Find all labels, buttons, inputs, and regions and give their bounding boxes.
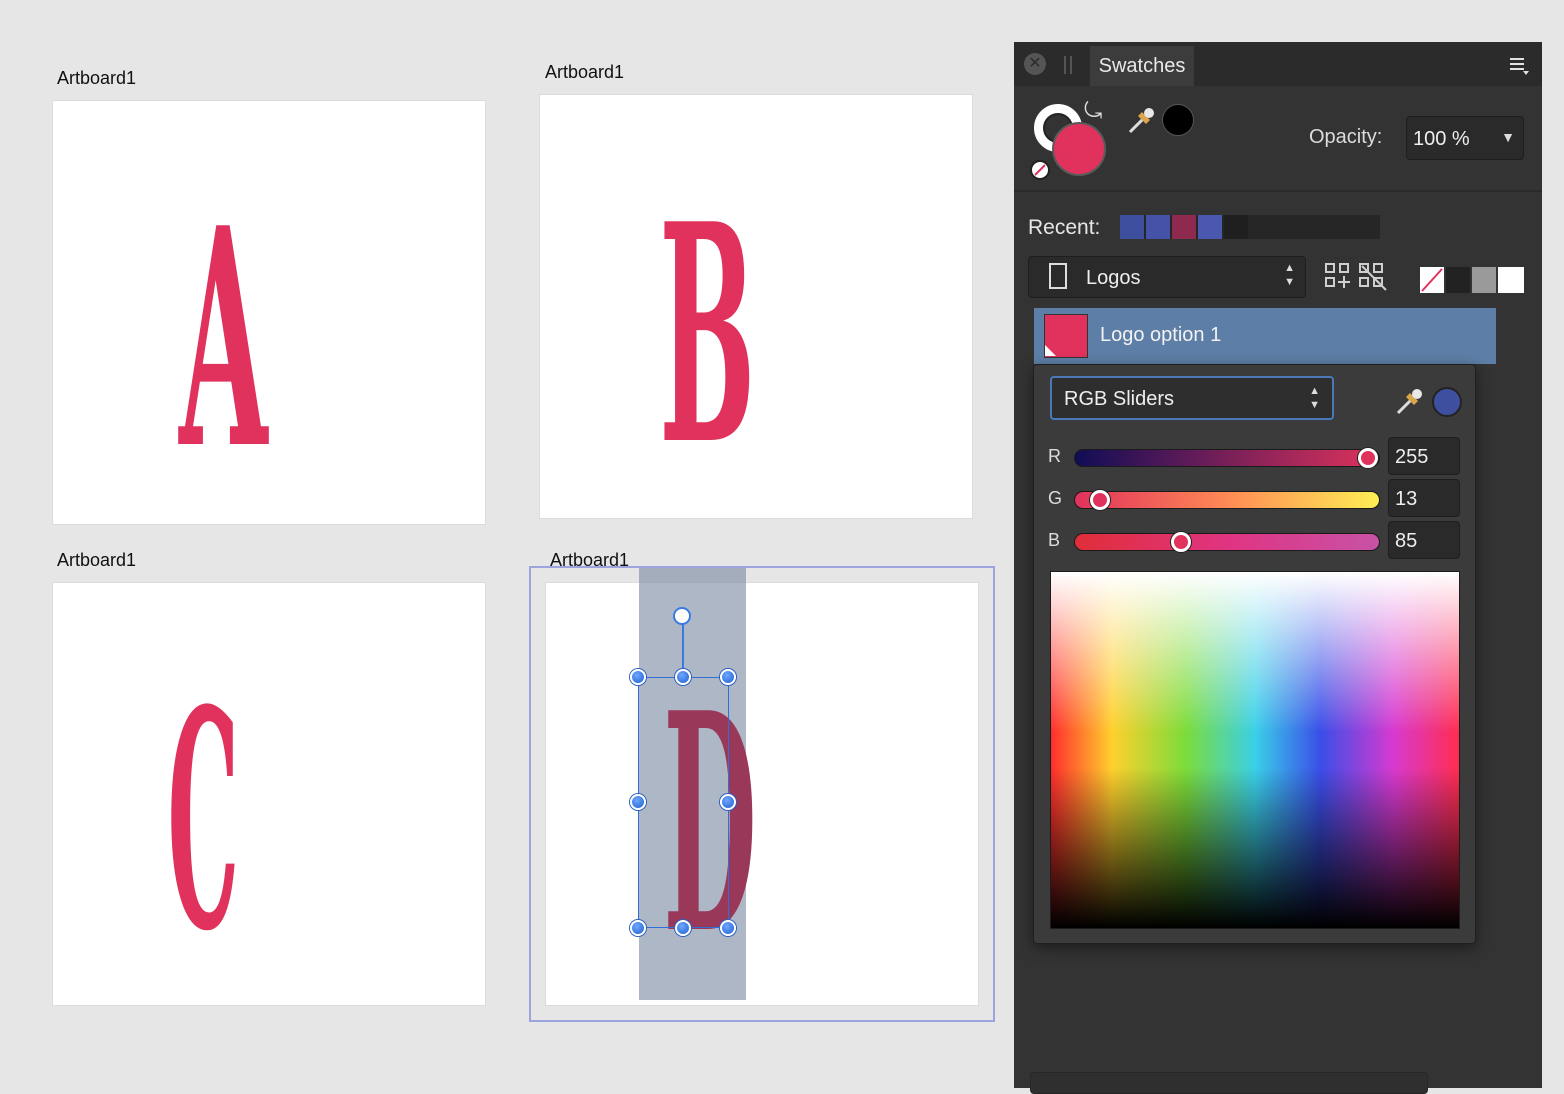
artboard[interactable]: C	[53, 583, 485, 1005]
color-spectrum-picker[interactable]	[1050, 571, 1460, 929]
slider-blue[interactable]	[1074, 532, 1380, 552]
quick-swatches[interactable]	[1420, 267, 1526, 293]
recent-swatch[interactable]	[1146, 215, 1170, 239]
recent-swatches[interactable]	[1120, 215, 1380, 239]
stepper-arrows-icon: ▲ ▼	[1309, 385, 1320, 411]
document-icon	[1049, 263, 1067, 289]
recent-swatch[interactable]	[1198, 215, 1222, 239]
slider-green[interactable]	[1074, 490, 1380, 510]
swatch-list-item[interactable]: Logo option 1	[1034, 308, 1496, 364]
swatch-thumbnail-corner	[1045, 345, 1056, 356]
artboard[interactable]: B	[540, 95, 972, 518]
color-mode-select[interactable]: RGB Sliders ▲ ▼	[1050, 376, 1334, 420]
quick-swatch[interactable]	[1446, 267, 1470, 293]
slider-red[interactable]	[1074, 448, 1380, 468]
fill-color-circle[interactable]	[1052, 122, 1106, 176]
opacity-value: 100 %	[1413, 128, 1470, 150]
canvas[interactable]: Artboard1 A Artboard1 B Artboard1 C Artb…	[0, 0, 1014, 1088]
resize-handle-bottom-right[interactable]	[720, 920, 736, 936]
panel-menu-icon[interactable]	[1508, 56, 1529, 75]
close-panel-icon[interactable]: ✕	[1024, 53, 1046, 75]
recent-swatch[interactable]	[1224, 215, 1248, 239]
remove-swatch-icon[interactable]	[1358, 262, 1390, 292]
no-color-icon[interactable]	[1030, 160, 1050, 180]
resize-handle-top-right[interactable]	[720, 669, 736, 685]
resize-handle-top-left[interactable]	[630, 669, 646, 685]
no-fill-swatch[interactable]	[1420, 267, 1444, 293]
chevron-down-icon[interactable]: ▼	[1501, 129, 1515, 145]
green-value: 13	[1395, 488, 1418, 510]
picked-color-swatch[interactable]	[1432, 387, 1462, 417]
opacity-field[interactable]: 100 % ▼	[1406, 116, 1524, 160]
resize-handle-bottom-left[interactable]	[630, 920, 646, 936]
picked-color-swatch[interactable]	[1162, 104, 1194, 136]
artboard-label[interactable]: Artboard1	[57, 550, 136, 571]
letter-c-shape[interactable]: C	[168, 671, 240, 971]
eyedropper-icon[interactable]	[1392, 385, 1426, 419]
quick-swatch[interactable]	[1498, 267, 1524, 293]
resize-handle-right[interactable]	[720, 794, 736, 810]
slider-blue-knob[interactable]	[1171, 532, 1191, 552]
swap-colors-icon[interactable]: ⤿	[1084, 98, 1110, 124]
blue-value: 85	[1395, 530, 1418, 552]
artboard-label[interactable]: Artboard1	[545, 62, 624, 83]
green-value-field[interactable]: 13	[1388, 479, 1460, 517]
divider	[1014, 190, 1542, 192]
artboard-label[interactable]: Artboard1	[57, 68, 136, 89]
palette-name: Logos	[1086, 267, 1141, 289]
red-value: 255	[1395, 446, 1429, 468]
color-editor-popup: RGB Sliders ▲ ▼ R 255 G 13 B 85	[1033, 364, 1476, 944]
quick-swatch[interactable]	[1472, 267, 1496, 293]
channel-label-r: R	[1048, 446, 1061, 466]
artboard-selection-frame	[529, 566, 995, 1022]
letter-b-shape[interactable]: B	[659, 185, 755, 485]
tab-swatches[interactable]: Swatches	[1090, 46, 1194, 86]
swatch-name: Logo option 1	[1100, 324, 1222, 346]
recent-label: Recent:	[1028, 216, 1101, 239]
color-mode-value: RGB Sliders	[1064, 388, 1175, 410]
stepper-arrows-icon: ▲ ▼	[1284, 262, 1295, 288]
recent-swatch[interactable]	[1172, 215, 1196, 239]
slider-green-knob[interactable]	[1090, 490, 1110, 510]
eyedropper-icon[interactable]	[1124, 104, 1158, 138]
resize-handle-bottom[interactable]	[675, 920, 691, 936]
channel-label-g: G	[1048, 488, 1063, 508]
blue-value-field[interactable]: 85	[1388, 521, 1460, 559]
drag-grip-icon[interactable]	[1064, 56, 1072, 74]
channel-label-b: B	[1048, 530, 1061, 550]
bounding-box	[638, 677, 729, 928]
slider-red-knob[interactable]	[1358, 448, 1378, 468]
palette-select[interactable]: Logos ▲ ▼	[1028, 256, 1306, 298]
bottom-search-bar[interactable]	[1030, 1072, 1428, 1094]
letter-a-shape[interactable]: A	[179, 189, 267, 489]
resize-handle-left[interactable]	[630, 794, 646, 810]
recent-swatch[interactable]	[1120, 215, 1144, 239]
add-swatch-icon[interactable]	[1324, 262, 1356, 292]
red-value-field[interactable]: 255	[1388, 437, 1460, 475]
opacity-label: Opacity:	[1309, 126, 1383, 148]
resize-handle-top[interactable]	[675, 669, 691, 685]
rotation-handle[interactable]	[673, 607, 691, 625]
artboard[interactable]: A	[53, 101, 485, 524]
